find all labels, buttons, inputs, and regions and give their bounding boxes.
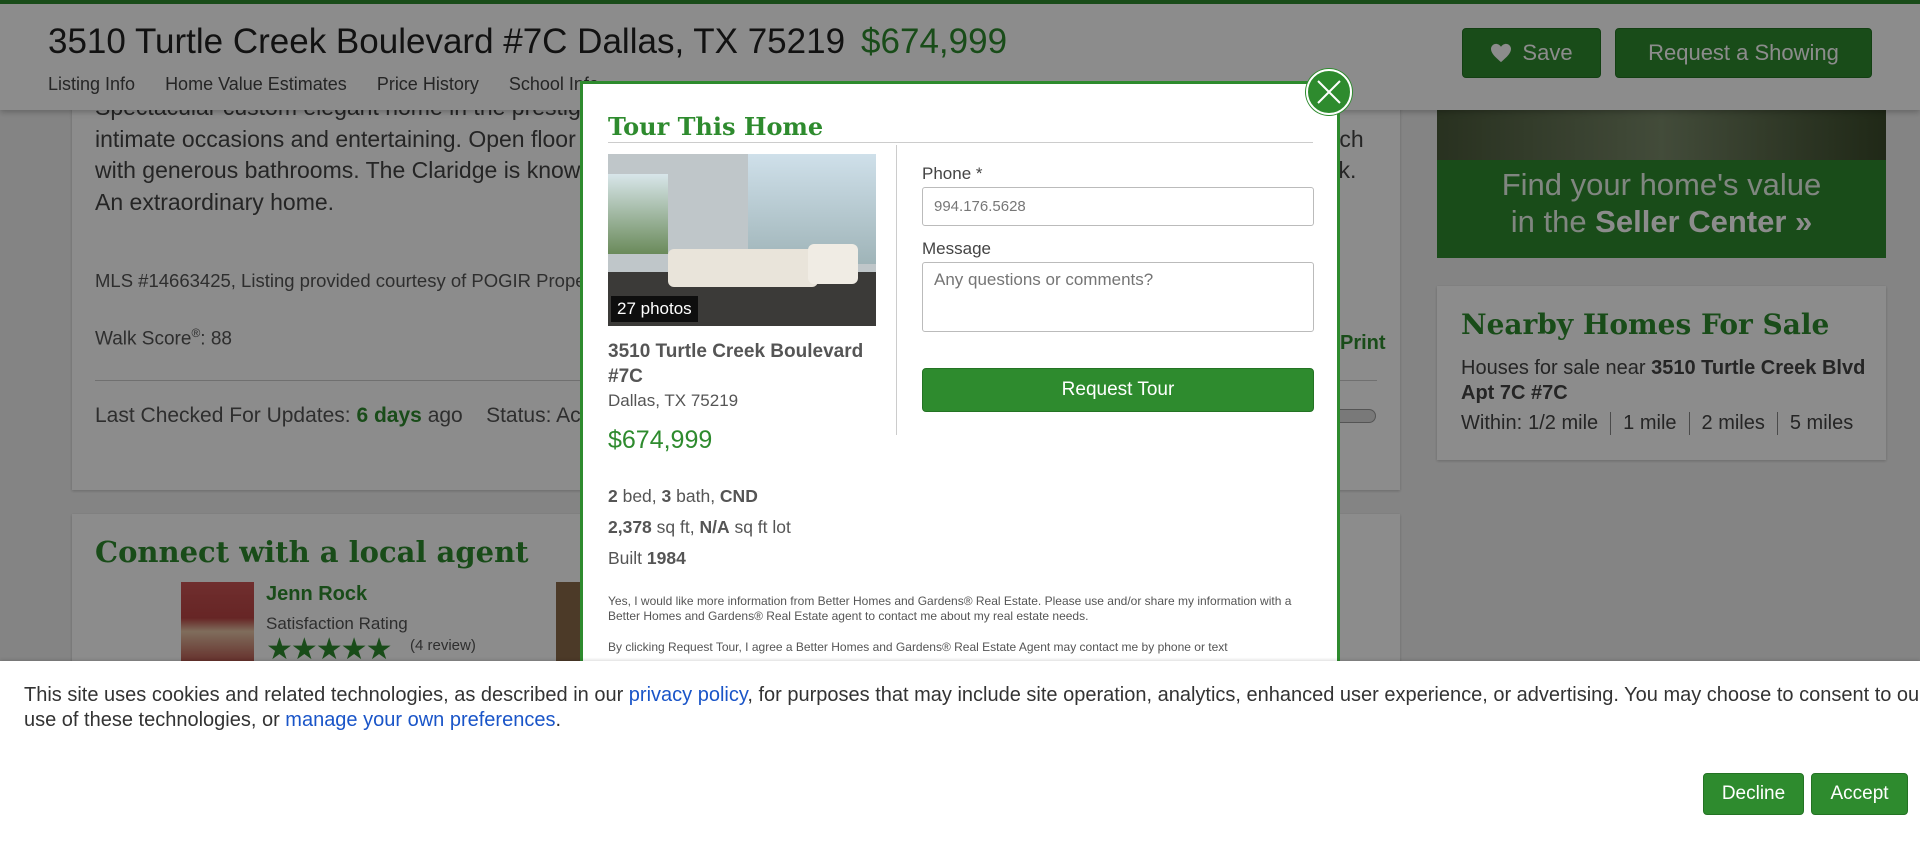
manage-preferences-link[interactable]: manage your own preferences [285,709,555,731]
beds-value: 2 [608,486,618,506]
built-value: 1984 [646,548,686,568]
consent-text-1: Yes, I would like more information from … [608,594,1292,623]
photo-chair [808,244,858,284]
request-tour-button[interactable]: Request Tour [922,368,1314,412]
message-label: Message [922,239,991,258]
baths-value: 3 [661,486,672,506]
property-type: CND [719,486,758,506]
baths-label: bath, [671,486,720,506]
sqft-value: 2,378 [608,517,652,537]
beds-label: bed, [617,486,662,506]
built-label: Built [608,548,647,568]
accept-button[interactable]: Accept [1811,773,1908,815]
modal-price: $674,999 [608,426,713,454]
message-field[interactable] [922,262,1314,332]
privacy-policy-link[interactable]: privacy policy [629,684,748,706]
modal-address: 3510 Turtle Creek Boulevard #7C [608,341,864,387]
modal-city: Dallas, TX 75219 [608,391,739,410]
close-button[interactable] [1306,69,1352,115]
lot-value: N/A [699,517,730,537]
modal-divider [608,142,1313,143]
beds-baths-line: 2 bed, 3 bath, CND [608,481,791,512]
column-divider [896,145,897,435]
cookie-banner: This site uses cookies and related techn… [0,661,1920,846]
photo-sofa [668,249,818,287]
tour-modal: Tour This Home 27 photos 3510 Turtle Cre… [580,81,1340,681]
phone-field[interactable] [922,187,1314,226]
modal-title: Tour This Home [608,112,824,141]
lot-label: sq ft lot [729,517,791,537]
property-facts: 2 bed, 3 bath, CND 2,378 sq ft, N/A sq f… [608,481,791,574]
photo-count-badge[interactable]: 27 photos [611,296,698,322]
cookie-text-before: This site uses cookies and related techn… [24,684,629,706]
cookie-text-after: . [555,709,561,731]
consent-text-2: By clicking Request Tour, I agree a Bett… [608,640,1228,654]
listing-photo[interactable]: 27 photos [608,154,876,326]
sqft-line: 2,378 sq ft, N/A sq ft lot [608,512,791,543]
decline-button[interactable]: Decline [1703,773,1804,815]
phone-label: Phone * [922,164,983,183]
cookie-text: This site uses cookies and related techn… [24,683,1920,733]
built-line: Built 1984 [608,543,791,574]
sqft-label: sq ft, [651,517,700,537]
photo-window-left [608,174,668,254]
close-icon [1317,80,1341,104]
